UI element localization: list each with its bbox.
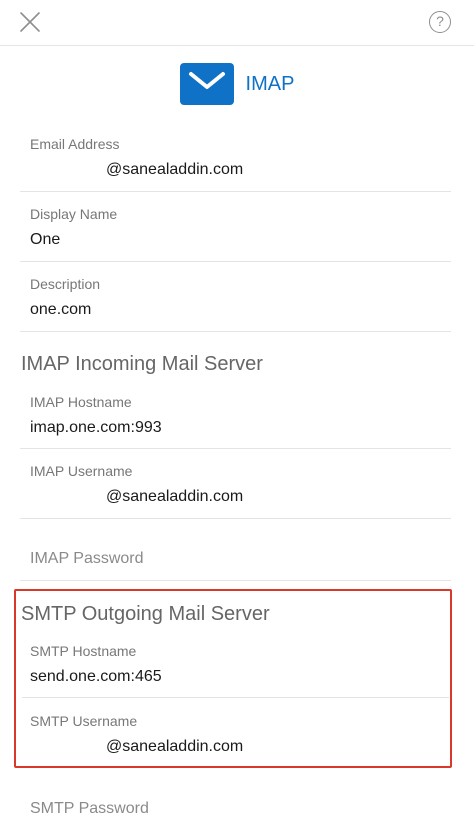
imap-hostname-field[interactable]: IMAP Hostname imap.one.com:993 bbox=[30, 394, 450, 437]
close-icon bbox=[20, 12, 40, 32]
help-icon[interactable]: ? bbox=[429, 11, 451, 33]
smtp-hostname-field[interactable]: SMTP Hostname send.one.com:465 bbox=[30, 643, 450, 686]
email-address-label: Email Address bbox=[30, 136, 120, 152]
close-button[interactable] bbox=[18, 10, 42, 34]
divider bbox=[20, 580, 451, 581]
display-name-field[interactable]: Display Name One bbox=[30, 206, 450, 249]
email-address-value: @sanealaddin.com bbox=[106, 161, 244, 178]
smtp-username-label: SMTP Username bbox=[30, 713, 138, 729]
smtp-section-title: SMTP Outgoing Mail Server bbox=[21, 603, 270, 625]
smtp-password-input[interactable]: SMTP Password bbox=[30, 800, 149, 818]
imap-section-title: IMAP Incoming Mail Server bbox=[21, 353, 263, 375]
smtp-username-field[interactable]: SMTP Username @sanealaddin.com bbox=[30, 713, 450, 756]
display-name-label: Display Name bbox=[30, 206, 118, 222]
account-type-label: IMAP bbox=[245, 72, 295, 95]
imap-hostname-value: imap.one.com:993 bbox=[30, 419, 162, 436]
account-type-header: IMAP bbox=[0, 62, 474, 106]
imap-username-value: @sanealaddin.com bbox=[106, 488, 244, 505]
display-name-value: One bbox=[30, 231, 61, 248]
imap-username-field[interactable]: IMAP Username @sanealaddin.com bbox=[30, 463, 450, 506]
divider bbox=[20, 191, 451, 192]
smtp-hostname-label: SMTP Hostname bbox=[30, 643, 137, 659]
divider bbox=[20, 331, 451, 332]
imap-hostname-label: IMAP Hostname bbox=[30, 394, 132, 410]
divider bbox=[22, 697, 449, 698]
description-label: Description bbox=[30, 276, 101, 292]
divider bbox=[20, 261, 451, 262]
description-field[interactable]: Description one.com bbox=[30, 276, 450, 319]
envelope-icon bbox=[179, 63, 234, 105]
email-address-field[interactable]: Email Address @sanealaddin.com bbox=[30, 136, 450, 179]
smtp-username-value: @sanealaddin.com bbox=[106, 738, 244, 755]
top-bar: ? bbox=[0, 0, 474, 46]
imap-username-label: IMAP Username bbox=[30, 463, 133, 479]
description-value: one.com bbox=[30, 301, 92, 318]
divider bbox=[20, 518, 451, 519]
smtp-hostname-value: send.one.com:465 bbox=[30, 668, 162, 685]
divider bbox=[20, 448, 451, 449]
imap-password-input[interactable]: IMAP Password bbox=[30, 550, 144, 568]
